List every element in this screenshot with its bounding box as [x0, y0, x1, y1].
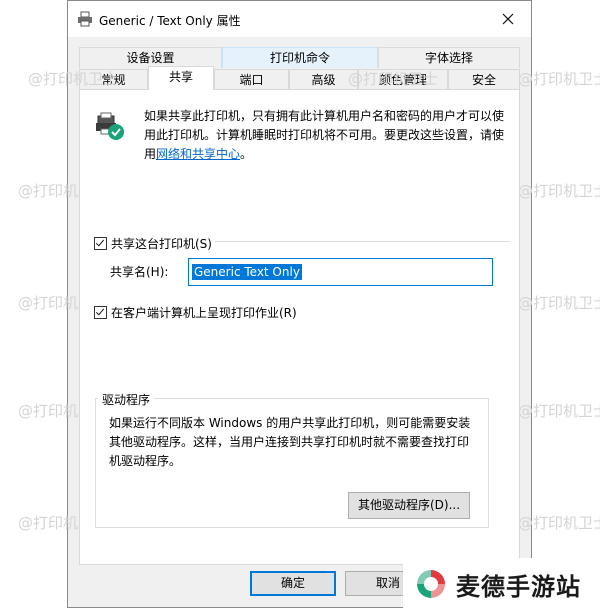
tab-security[interactable]: 安全	[448, 69, 520, 90]
render-on-client-option[interactable]: 在客户端计算机上呈现打印作业(R)	[94, 304, 297, 321]
info-suffix: 。	[240, 147, 253, 161]
watermark: @打印机卫士	[518, 70, 600, 88]
watermark: @打印机卫士	[518, 182, 600, 200]
sharing-info-text: 如果共享此打印机，只有拥有此计算机用户名和密码的用户才可以使用此打印机。计算机睡…	[144, 107, 512, 164]
brand-logo-icon	[417, 570, 445, 598]
tab-ports[interactable]: 端口	[214, 69, 289, 90]
close-icon	[502, 13, 514, 25]
watermark: @打印机卫士	[518, 514, 600, 532]
share-name-input[interactable]: Generic Text Only	[188, 258, 493, 286]
check-icon	[108, 124, 124, 140]
close-button[interactable]	[485, 1, 531, 37]
drivers-group-title: 驱动程序	[98, 391, 155, 408]
brand-name: 麦德手游站	[456, 572, 581, 601]
brand-badge: 麦德手游站	[403, 558, 600, 610]
drivers-description: 如果运行不同版本 Windows 的用户共享此打印机，则可能需要安装其他驱动程序…	[109, 416, 471, 468]
properties-dialog: Generic / Text Only 属性 设备设置 打印机命令 字体选择 常…	[67, 0, 532, 608]
watermark: @打印机卫士	[518, 294, 600, 312]
render-on-client-checkbox[interactable]	[94, 306, 107, 319]
shared-printer-icon	[96, 112, 124, 140]
share-name-value: Generic Text Only	[192, 264, 302, 280]
tab-printer-commands[interactable]: 打印机命令	[222, 47, 378, 68]
title-bar: Generic / Text Only 属性	[68, 1, 531, 37]
tab-device-settings[interactable]: 设备设置	[79, 47, 222, 68]
network-sharing-center-link[interactable]: 网络和共享中心	[156, 147, 240, 161]
share-printer-label: 共享这台打印机(S)	[111, 237, 212, 251]
watermark: @打印机卫士	[348, 70, 439, 88]
ok-button[interactable]: 确定	[250, 571, 336, 596]
printer-icon	[78, 11, 92, 27]
sharing-panel: 如果共享此打印机，只有拥有此计算机用户名和密码的用户才可以使用此打印机。计算机睡…	[79, 89, 520, 565]
render-on-client-label: 在客户端计算机上呈现打印作业(R)	[111, 306, 297, 320]
tab-font-selection[interactable]: 字体选择	[378, 47, 520, 68]
watermark: @打印机卫士	[28, 70, 119, 88]
watermark: @打印机卫士	[518, 402, 600, 420]
additional-drivers-button[interactable]: 其他驱动程序(D)...	[348, 492, 470, 519]
share-printer-checkbox[interactable]	[94, 237, 107, 250]
window-title: Generic / Text Only 属性	[99, 14, 241, 28]
share-name-label: 共享名(H):	[110, 265, 169, 279]
share-printer-option[interactable]: 共享这台打印机(S)	[94, 235, 215, 252]
tab-sharing[interactable]: 共享	[148, 66, 214, 90]
